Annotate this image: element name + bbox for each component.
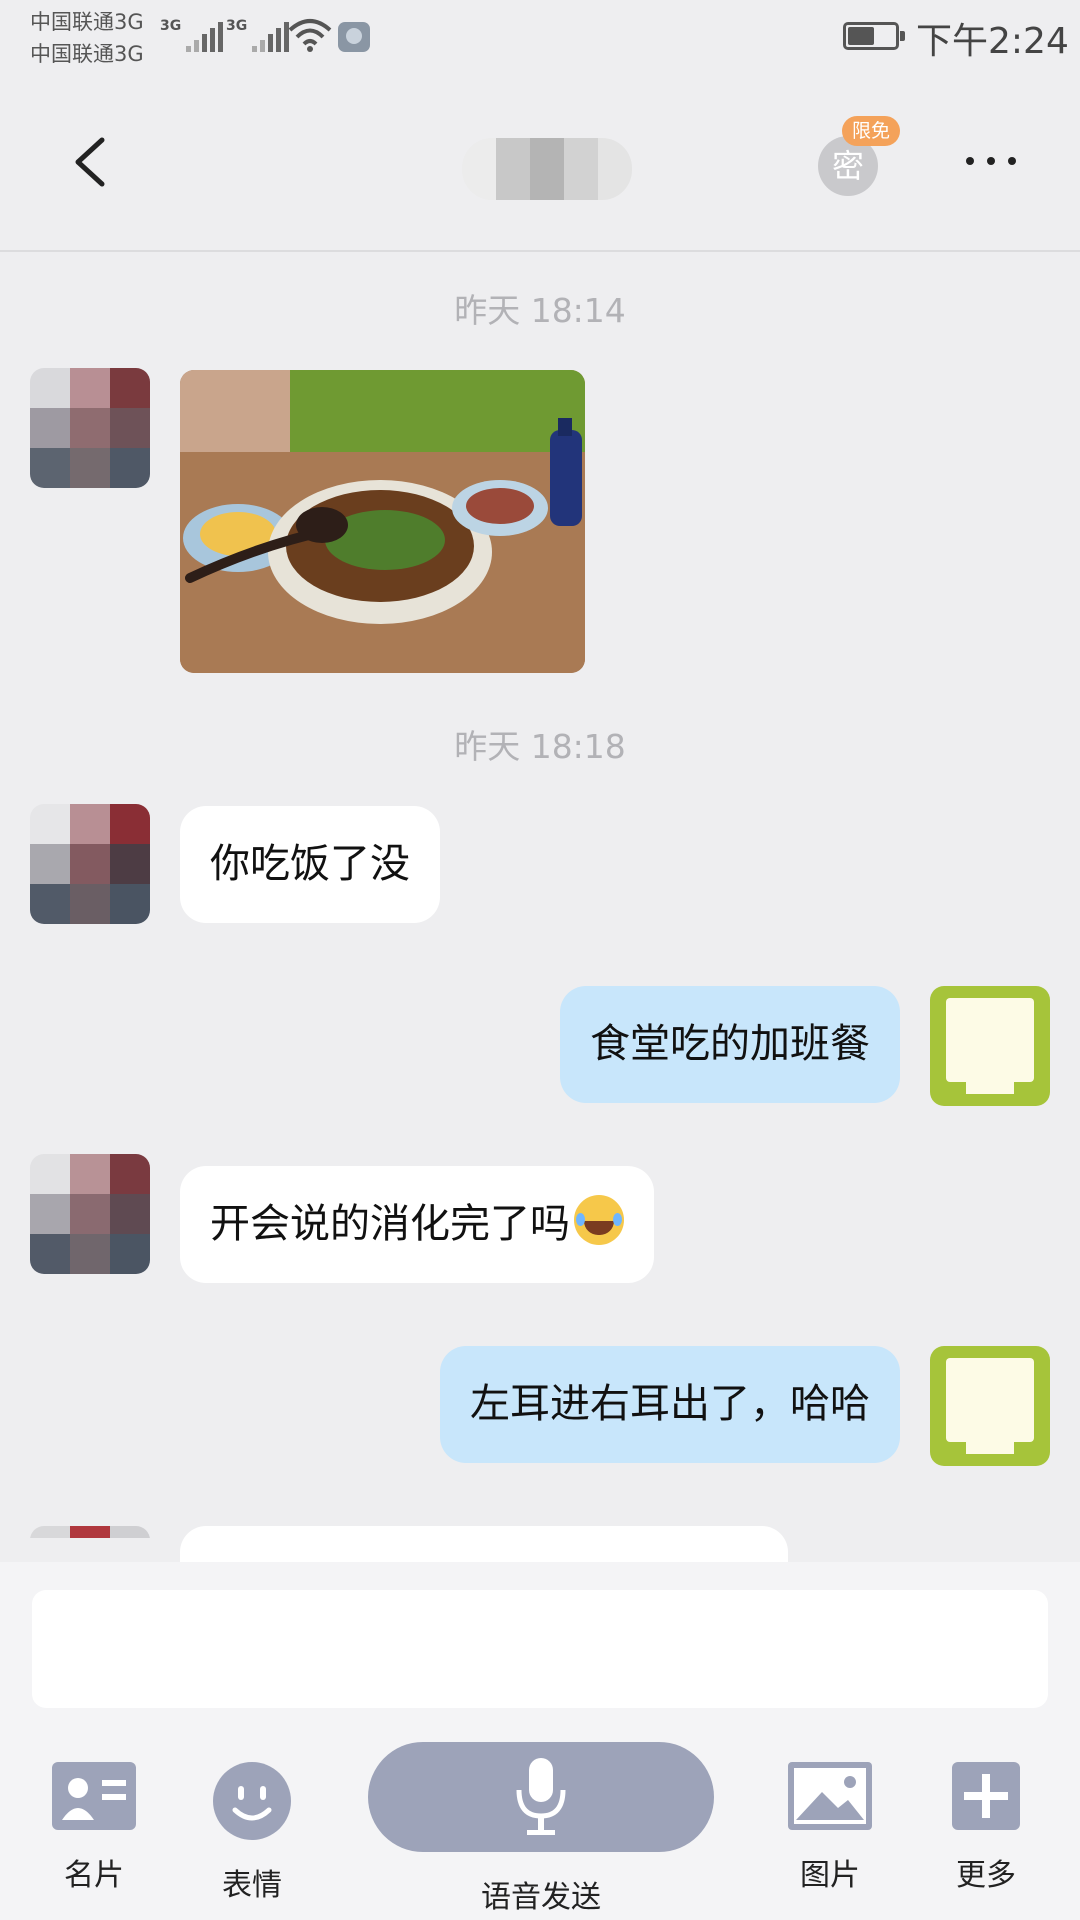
microphone-icon [516, 1758, 566, 1835]
back-arrow-icon[interactable] [68, 134, 116, 190]
message-text: 你吃饭了没 [210, 841, 410, 887]
free-badge: 限免 [842, 116, 901, 146]
card-label: 名片 [64, 1858, 124, 1893]
voice-send-button[interactable] [368, 1742, 714, 1852]
emoji-button[interactable]: 表情 [192, 1762, 312, 1904]
message-bubble-partial [180, 1526, 788, 1562]
my-avatar[interactable] [930, 1346, 1050, 1466]
message-text: 开会说的消化完了吗 [210, 1201, 570, 1247]
plus-icon [952, 1762, 1020, 1830]
message-input[interactable] [32, 1590, 1048, 1708]
chat-header: 密 限免 [0, 80, 1080, 252]
noodle-bowl-image [180, 370, 585, 673]
voice-send-label: 语音发送 [481, 1880, 601, 1915]
input-area: 名片 表情 语音发送 图片 更多 [0, 1562, 1080, 1920]
browser-app-icon [338, 22, 370, 52]
message-text: 左耳进右耳出了，哈哈 [470, 1381, 870, 1427]
message-bubble-outgoing[interactable]: 左耳进右耳出了，哈哈 [440, 1346, 900, 1463]
more-options-icon[interactable] [966, 154, 1016, 168]
laughing-tears-emoji-icon [574, 1195, 624, 1245]
message-text: 食堂吃的加班餐 [590, 1021, 870, 1067]
emoji-label: 表情 [222, 1868, 282, 1903]
message-bubble-incoming[interactable]: 开会说的消化完了吗 [180, 1166, 654, 1283]
wifi-icon [288, 19, 332, 52]
picture-icon [788, 1762, 872, 1830]
contact-avatar[interactable] [30, 368, 150, 488]
contact-avatar[interactable] [30, 804, 150, 924]
signal-2-icon: 3G [226, 18, 290, 52]
contact-avatar[interactable] [30, 1154, 150, 1274]
card-button[interactable]: 名片 [34, 1762, 154, 1894]
message-bubble-incoming[interactable]: 你吃饭了没 [180, 806, 440, 923]
timestamp: 昨天 18:14 [454, 291, 626, 330]
network-type-2-label: 3G [226, 18, 248, 34]
image-label: 图片 [800, 1858, 860, 1893]
status-bar: 中国联通3G 中国联通3G 3G 3G 下午2:24 [0, 0, 1080, 80]
carrier-2-label: 中国联通3G [30, 42, 144, 66]
food-photo[interactable] [180, 370, 585, 673]
clock: 下午2:24 [916, 21, 1069, 62]
signal-1-icon: 3G [160, 18, 224, 52]
message-bubble-outgoing[interactable]: 食堂吃的加班餐 [560, 986, 900, 1103]
timestamp: 昨天 18:18 [454, 727, 626, 766]
smiley-icon [213, 1762, 291, 1840]
contact-name-blurred [462, 138, 632, 200]
network-type-1-label: 3G [160, 18, 182, 34]
carrier-1-label: 中国联通3G [30, 10, 144, 34]
carrier-info: 中国联通3G 中国联通3G [30, 6, 144, 70]
my-avatar[interactable] [930, 986, 1050, 1106]
contact-avatar-partial[interactable] [30, 1526, 150, 1562]
more-label: 更多 [956, 1858, 1016, 1893]
image-button[interactable]: 图片 [770, 1762, 890, 1894]
battery-icon [843, 22, 905, 50]
contact-card-icon [52, 1762, 136, 1830]
more-button[interactable]: 更多 [926, 1762, 1046, 1894]
